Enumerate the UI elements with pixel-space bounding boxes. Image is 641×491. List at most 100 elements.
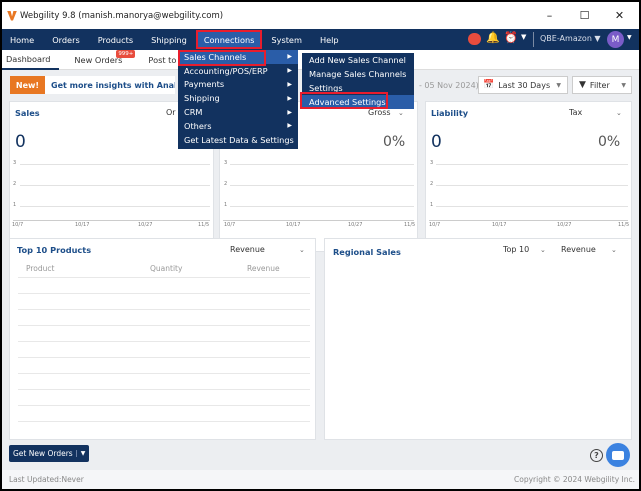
x-axis-line [223, 220, 414, 221]
get-new-orders-label: Get New Orders [13, 449, 73, 458]
x-tick-label: 11/5 [618, 222, 630, 228]
last-updated: Last Updated:Never [9, 475, 84, 484]
submenu-arrow-icon: ▶ [287, 67, 292, 75]
gridline [436, 185, 628, 186]
menu-item-get-latest-data[interactable]: Get Latest Data & Settings [178, 133, 298, 147]
chevron-down-icon[interactable]: ⌄ [398, 109, 404, 117]
tab-new-orders-label: New Orders [74, 54, 123, 65]
gridline [20, 164, 210, 165]
x-tick-label: 10/17 [492, 222, 507, 228]
status-footer: Last Updated:Never Copyright © 2024 Webg… [2, 470, 639, 489]
highlight-box [178, 50, 266, 66]
chevron-down-icon[interactable]: ⌄ [540, 246, 546, 254]
menu-home[interactable]: Home [2, 29, 43, 50]
chevron-down-icon[interactable]: ⌄ [299, 246, 305, 254]
sales-metric-dropdown[interactable]: Or [166, 108, 176, 117]
bell-icon[interactable]: 🔔 [486, 31, 500, 44]
help-icon[interactable]: ? [590, 449, 603, 462]
menu-item-label: Shipping [184, 93, 220, 104]
menu-system[interactable]: System [262, 29, 311, 50]
y-tick-label: 1 [430, 202, 434, 208]
y-tick-label: 1 [13, 202, 17, 208]
menu-item-label: Accounting/POS/ERP [184, 65, 268, 76]
x-axis-line [429, 220, 628, 221]
chat-bubble-icon [612, 450, 624, 460]
gridline [20, 206, 210, 207]
date-filter-dropdown[interactable]: 📅 Last 30 Days ▼ [478, 76, 568, 94]
gridline [230, 164, 414, 165]
minimize-button[interactable]: – [532, 2, 567, 29]
menu-item-add-new-sales-channel[interactable]: Add New Sales Channel [302, 53, 414, 67]
menu-shipping[interactable]: Shipping [142, 29, 196, 50]
top-products-card: Top 10 Products Revenue ⌄ Product Quanti… [9, 238, 316, 440]
submenu-arrow-icon: ▶ [287, 53, 292, 61]
menu-divider [533, 32, 534, 47]
app-window: Webgility 9.8 (manish.manorya@webgility.… [0, 0, 641, 491]
menu-help[interactable]: Help [311, 29, 348, 50]
avatar[interactable]: M [607, 31, 624, 48]
regional-top-dropdown[interactable]: Top 10 [503, 245, 529, 254]
table-row [18, 293, 310, 294]
x-tick-label: 10/17 [75, 222, 90, 228]
menu-connections[interactable]: Connections [195, 30, 263, 49]
sales-value: 0 [15, 132, 26, 152]
filter-button[interactable]: ▼ Filter ▼ [572, 76, 632, 94]
chevron-down-icon[interactable]: ⌄ [616, 109, 622, 117]
top-products-metric-dropdown[interactable]: Revenue [230, 245, 265, 254]
y-tick-label: 1 [224, 202, 228, 208]
tab-new-orders[interactable]: New Orders 999+ [65, 49, 136, 70]
y-tick-label: 3 [224, 160, 228, 166]
new-badge: New! [10, 76, 45, 94]
submenu-arrow-icon: ▶ [287, 80, 292, 88]
account-selector[interactable]: QBE-Amazon ▼ [540, 34, 601, 43]
chevron-down-icon[interactable]: ▼ [75, 450, 85, 457]
date-filter-label: Last 30 Days [498, 80, 551, 90]
x-tick-label: 10/27 [557, 222, 572, 228]
gross-percent: 0% [383, 134, 406, 150]
avatar-chevron-icon[interactable]: ▼ [627, 34, 632, 41]
table-row [18, 405, 310, 406]
x-axis-line [13, 220, 210, 221]
menu-products[interactable]: Products [89, 29, 142, 50]
menu-item-label: CRM [184, 107, 203, 118]
gridline [230, 185, 414, 186]
submenu-arrow-icon: ▶ [287, 108, 292, 116]
tab-dashboard[interactable]: Dashboard [2, 50, 60, 70]
filter-label: Filter [589, 80, 610, 90]
filter-icon: ▼ [579, 80, 586, 90]
close-button[interactable]: ✕ [602, 2, 637, 29]
liability-title: Liability [431, 108, 469, 118]
sales-title: Sales [15, 108, 40, 118]
liability-percent: 0% [598, 134, 621, 150]
menu-item-label: Payments [184, 79, 225, 90]
chat-icon[interactable] [606, 443, 630, 467]
x-tick-label: 10/7 [429, 222, 441, 228]
analytics-banner[interactable]: Get more insights with Analyt [45, 76, 175, 94]
liability-value: 0 [431, 132, 442, 152]
column-header-revenue: Revenue [247, 264, 280, 273]
menu-item-manage-sales-channels[interactable]: Manage Sales Channels [302, 67, 414, 81]
column-header-product: Product [26, 264, 55, 273]
submenu-arrow-icon: ▶ [287, 122, 292, 130]
liability-metric-dropdown[interactable]: Tax [569, 108, 582, 117]
table-row [18, 421, 310, 422]
gross-metric-dropdown[interactable]: Gross [368, 108, 391, 117]
gridline [436, 206, 628, 207]
menu-item-shipping[interactable]: Shipping ▶ [178, 91, 298, 105]
x-tick-label: 10/27 [138, 222, 153, 228]
notification-logo-icon[interactable] [468, 33, 481, 45]
maximize-button[interactable]: ☐ [567, 2, 602, 29]
regional-metric-dropdown[interactable]: Revenue [561, 245, 596, 254]
alarm-clock-icon[interactable]: ⏰ [504, 31, 518, 44]
table-row [18, 277, 310, 278]
chevron-down-icon[interactable]: ▼ [521, 33, 526, 41]
menu-item-crm[interactable]: CRM ▶ [178, 105, 298, 119]
y-tick-label: 3 [13, 160, 17, 166]
y-tick-label: 2 [430, 181, 434, 187]
menu-orders[interactable]: Orders [43, 29, 89, 50]
menu-item-others[interactable]: Others ▶ [178, 119, 298, 133]
menu-item-payments[interactable]: Payments ▶ [178, 78, 298, 92]
get-new-orders-button[interactable]: Get New Orders ▼ [9, 445, 89, 462]
chevron-down-icon[interactable]: ⌄ [611, 246, 617, 254]
x-tick-label: 10/17 [286, 222, 301, 228]
